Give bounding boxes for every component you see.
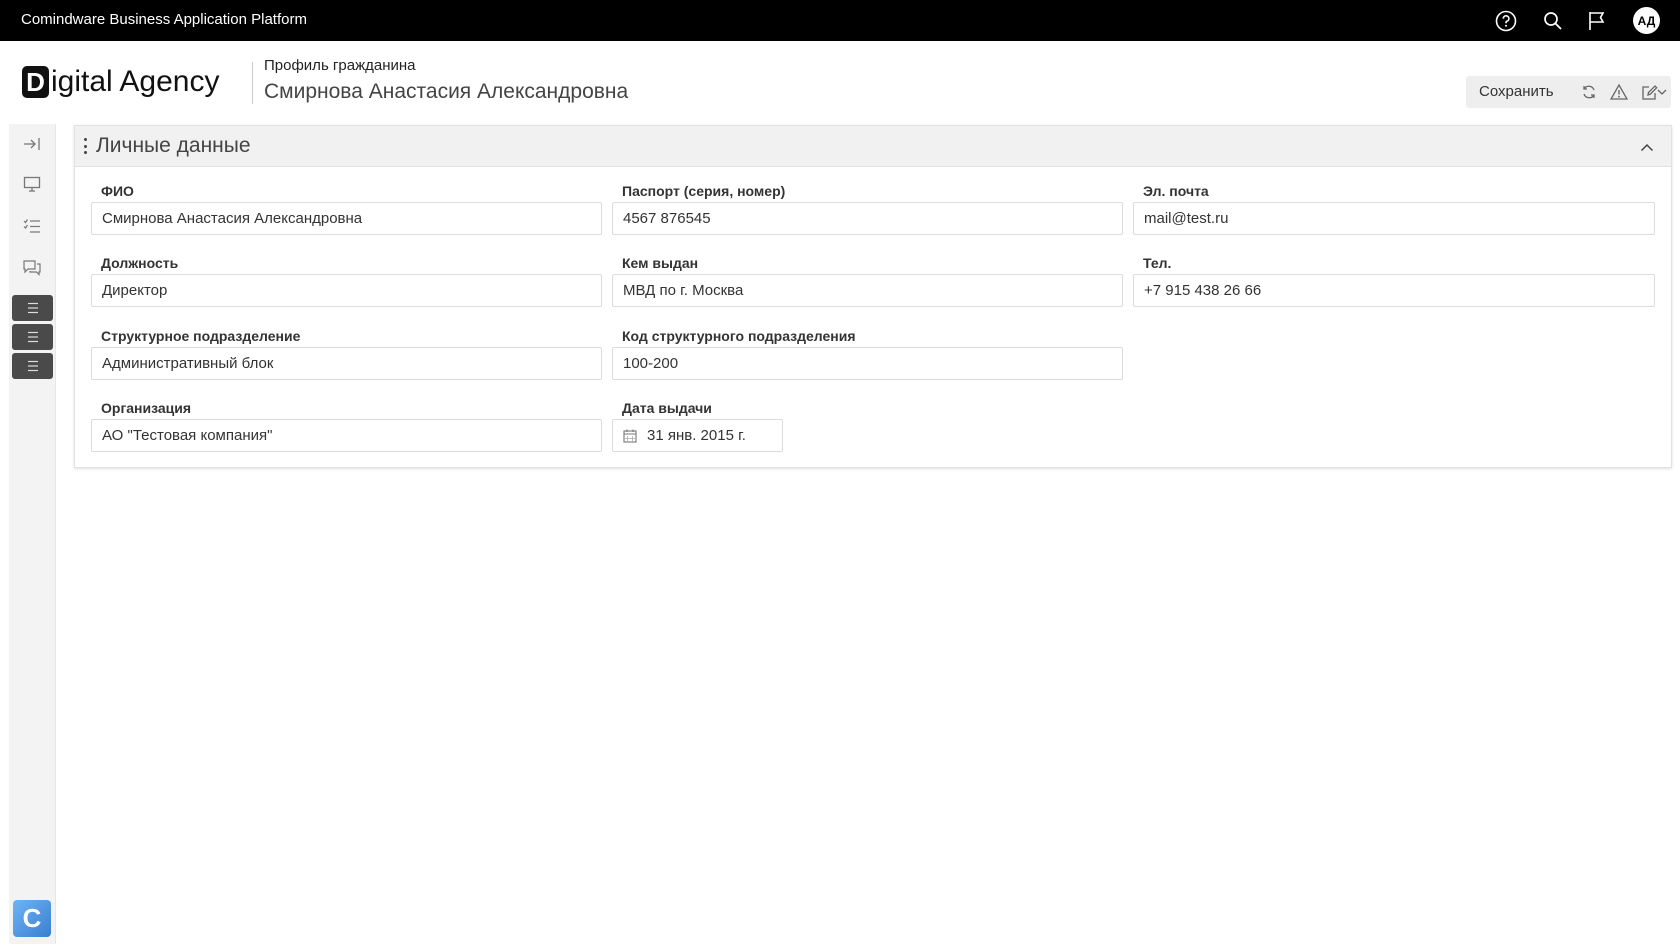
- fio-label: ФИО: [101, 183, 134, 199]
- refresh-icon[interactable]: [1580, 83, 1598, 101]
- chevron-down-icon[interactable]: [1656, 83, 1668, 101]
- warning-icon[interactable]: [1610, 83, 1628, 101]
- top-bar: Comindware Business Application Platform…: [0, 0, 1680, 41]
- avatar[interactable]: АД: [1633, 7, 1660, 34]
- issued-by-label: Кем выдан: [622, 255, 699, 271]
- header-divider: [252, 62, 253, 104]
- issue-date-label: Дата выдачи: [622, 400, 712, 416]
- department-input[interactable]: Административный блок: [91, 347, 602, 380]
- calendar-icon[interactable]: [623, 429, 637, 443]
- issue-date-picker[interactable]: 31 янв. 2015 г.: [612, 419, 783, 452]
- panel-header: Личные данные: [75, 126, 1671, 167]
- desktop-icon[interactable]: [22, 174, 42, 194]
- fio-input[interactable]: Смирнова Анастасия Александровна: [91, 202, 602, 235]
- menu-icon[interactable]: [12, 353, 53, 379]
- dept-code-input[interactable]: 100-200: [612, 347, 1123, 380]
- organization-label: Организация: [101, 400, 192, 416]
- help-icon[interactable]: [1494, 9, 1518, 33]
- personal-data-panel: Личные данные ФИО Смирнова Анастасия Але…: [74, 125, 1672, 468]
- page-subtitle: Профиль гражданина: [264, 57, 416, 74]
- drag-handle-icon[interactable]: [83, 138, 87, 154]
- flag-icon[interactable]: [1585, 9, 1609, 33]
- position-input[interactable]: Директор: [91, 274, 602, 307]
- phone-label: Тел.: [1143, 255, 1172, 271]
- save-button[interactable]: Сохранить: [1479, 83, 1554, 100]
- phone-input[interactable]: +7 915 438 26 66: [1133, 274, 1655, 307]
- chevron-up-icon[interactable]: [1638, 138, 1656, 156]
- chat-icon[interactable]: [22, 258, 42, 278]
- issue-date-value: 31 янв. 2015 г.: [647, 427, 746, 444]
- position-label: Должность: [101, 255, 179, 271]
- issued-by-input[interactable]: МВД по г. Москва: [612, 274, 1123, 307]
- tasks-icon[interactable]: [22, 216, 42, 236]
- page-title: Смирнова Анастасия Александровна: [264, 80, 629, 103]
- dept-code-label: Код структурного подразделения: [622, 328, 856, 344]
- digital-agency-logo: D igital Agency: [22, 64, 219, 100]
- department-label: Структурное подразделение: [101, 328, 301, 344]
- logo-letter: D: [22, 66, 49, 98]
- menu-icon[interactable]: [12, 324, 53, 350]
- passport-input[interactable]: 4567 876545: [612, 202, 1123, 235]
- email-input[interactable]: mail@test.ru: [1133, 202, 1655, 235]
- left-sidebar: C: [9, 124, 56, 944]
- comindware-logo-button[interactable]: C: [13, 900, 51, 937]
- menu-icon[interactable]: [12, 295, 53, 321]
- record-toolbar: Сохранить: [1466, 76, 1671, 108]
- collapse-sidebar-icon[interactable]: [22, 134, 42, 154]
- logo-text: igital Agency: [51, 65, 220, 98]
- passport-label: Паспорт (серия, номер): [622, 183, 786, 199]
- email-label: Эл. почта: [1143, 183, 1209, 199]
- search-icon[interactable]: [1541, 9, 1565, 33]
- app-title: Comindware Business Application Platform: [21, 11, 307, 28]
- organization-input[interactable]: АО "Тестовая компания": [91, 419, 602, 452]
- panel-title: Личные данные: [96, 134, 251, 157]
